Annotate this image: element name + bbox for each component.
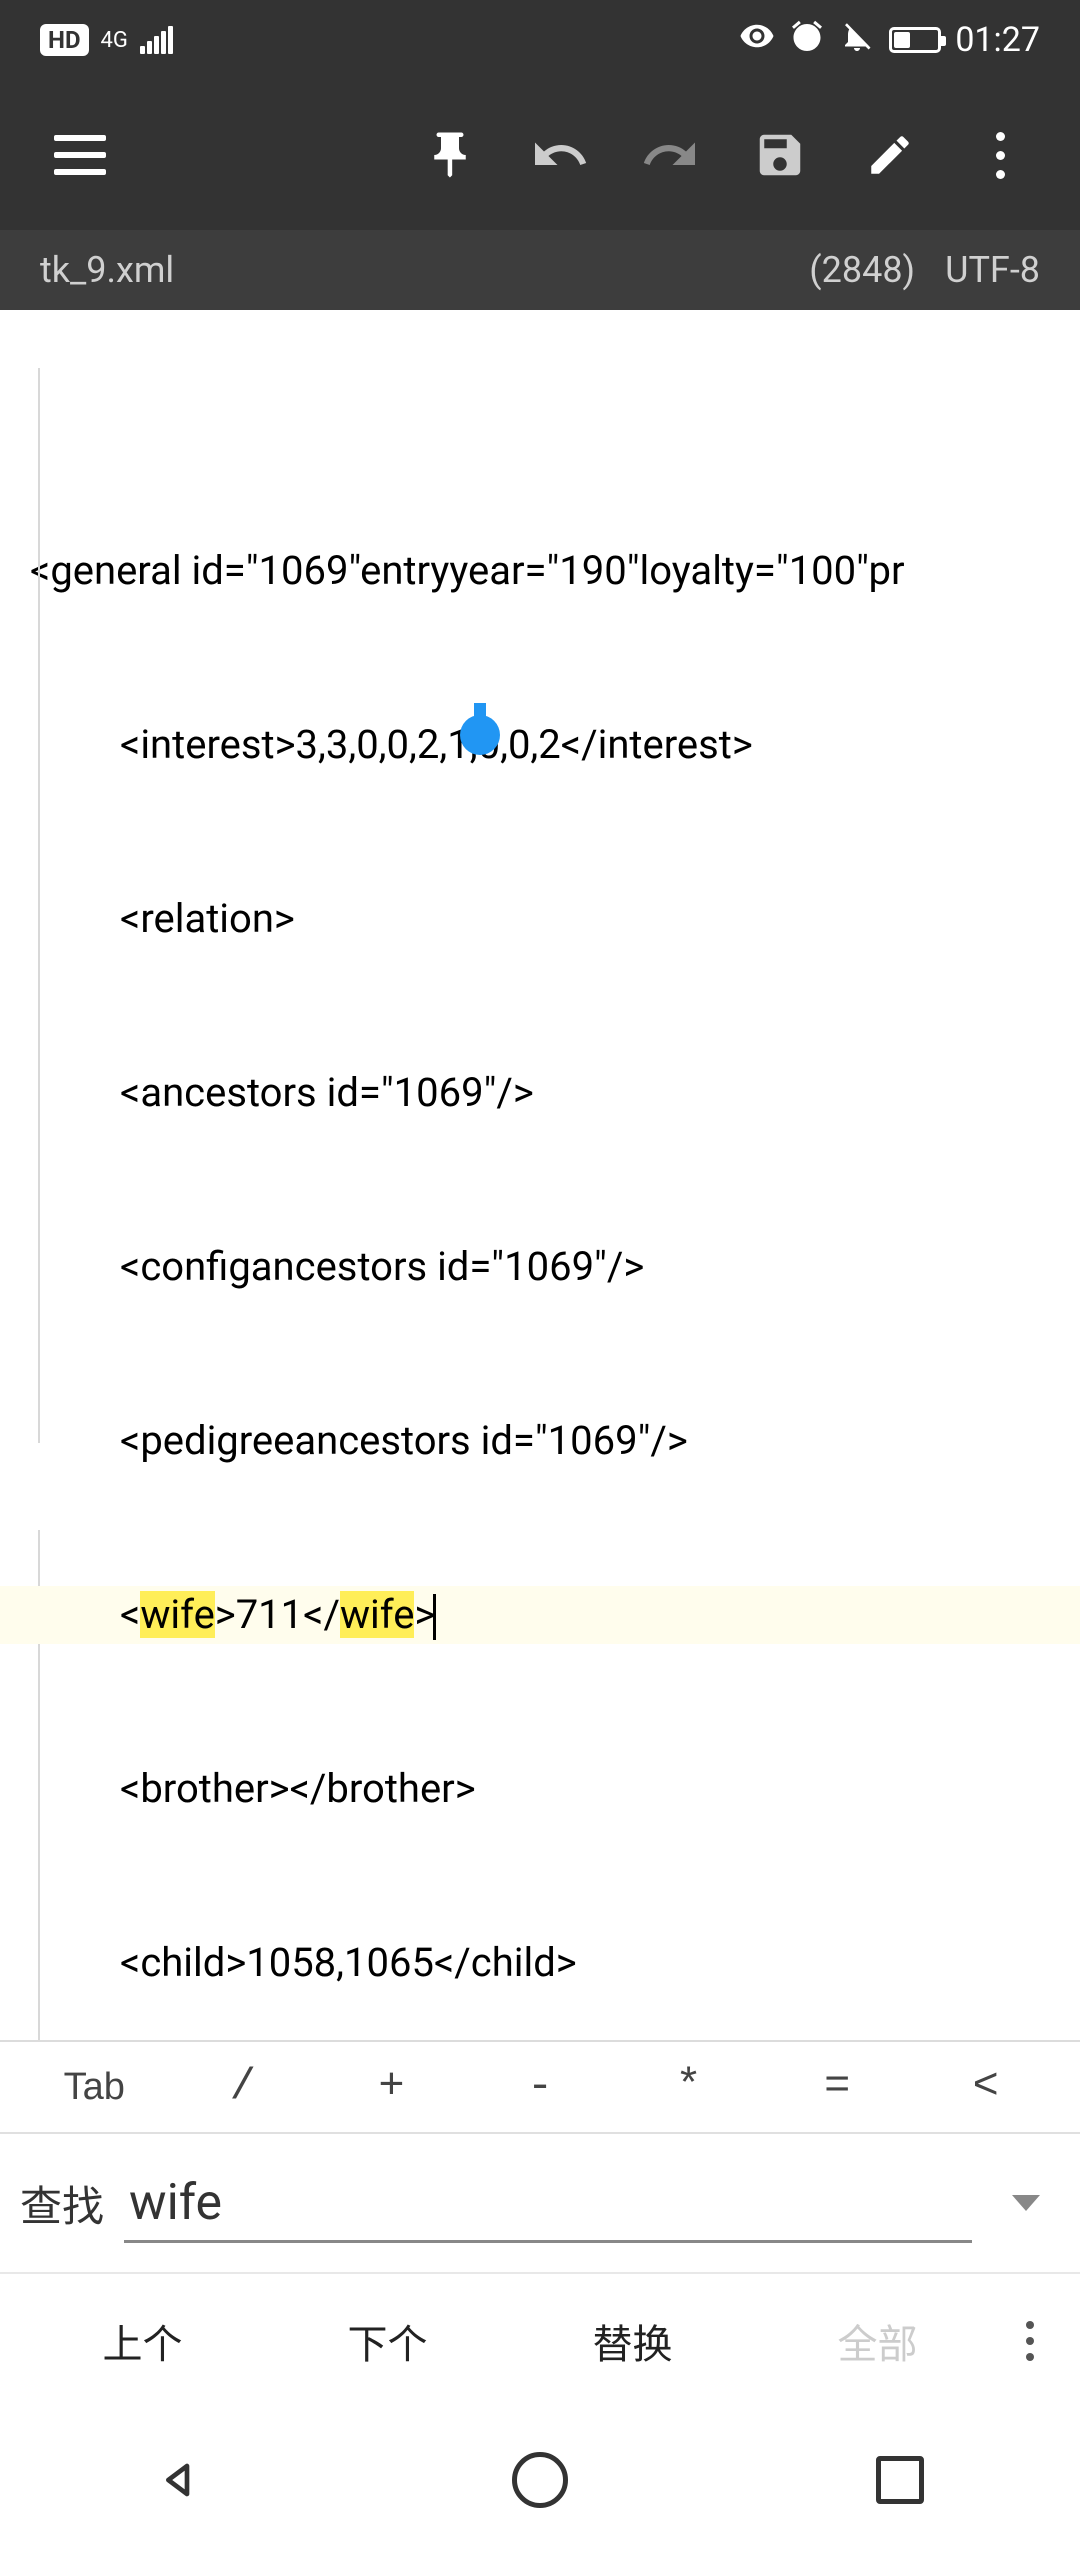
cursor-position: (2848) bbox=[809, 249, 915, 291]
search-input[interactable] bbox=[124, 2164, 972, 2243]
file-name: tk_9.xml bbox=[40, 249, 174, 291]
redo-button[interactable] bbox=[620, 105, 720, 205]
network-type: 4G bbox=[101, 28, 128, 53]
clock-text: 01:27 bbox=[955, 20, 1040, 60]
search-bar: 查找 bbox=[0, 2132, 1080, 2272]
code-line: <ancestors id="1069"/> bbox=[0, 1064, 1080, 1122]
battery-icon bbox=[889, 27, 941, 53]
pin-button[interactable] bbox=[400, 105, 500, 205]
symbol-plus[interactable]: + bbox=[317, 2062, 466, 2112]
file-encoding: UTF-8 bbox=[945, 249, 1040, 291]
code-line: <relation> bbox=[0, 890, 1080, 948]
home-icon bbox=[512, 2452, 568, 2508]
search-label: 查找 bbox=[20, 2173, 104, 2234]
status-left: HD 4G bbox=[40, 24, 173, 56]
undo-button[interactable] bbox=[510, 105, 610, 205]
symbol-star[interactable]: * bbox=[614, 2062, 763, 2112]
search-action-bar: 上个 下个 替换 全部 bbox=[0, 2272, 1080, 2407]
app-toolbar bbox=[0, 80, 1080, 230]
hamburger-icon bbox=[54, 135, 106, 175]
search-match: wife bbox=[140, 1591, 214, 1638]
hd-badge: HD bbox=[40, 24, 89, 56]
code-line: <general id="1069"entryyear="190"loyalty… bbox=[0, 542, 1080, 600]
file-info-bar: tk_9.xml (2848) UTF-8 bbox=[0, 230, 1080, 310]
code-line: <interest>3,3,0,0,2,1,0,0,2</interest> bbox=[0, 716, 1080, 774]
pencil-icon bbox=[865, 130, 915, 180]
redo-icon bbox=[640, 125, 700, 185]
nav-back-button[interactable] bbox=[145, 2445, 215, 2515]
all-button[interactable]: 全部 bbox=[755, 2312, 1000, 2370]
menu-button[interactable] bbox=[30, 105, 130, 205]
recent-icon bbox=[876, 2456, 924, 2504]
symbol-toolbar: Tab / + - * = < bbox=[0, 2040, 1080, 2132]
search-dropdown-icon[interactable] bbox=[1012, 2195, 1040, 2211]
more-icon bbox=[996, 132, 1005, 179]
system-nav-bar bbox=[0, 2407, 1080, 2572]
symbol-minus[interactable]: - bbox=[466, 2062, 615, 2112]
symbol-equals[interactable]: = bbox=[763, 2062, 912, 2112]
code-line-highlighted: <wife>711</wife> bbox=[0, 1586, 1080, 1644]
code-line: <child>1058,1065</child> bbox=[0, 1934, 1080, 1992]
save-button[interactable] bbox=[730, 105, 830, 205]
code-line: <pedigreeancestors id="1069"/> bbox=[0, 1412, 1080, 1470]
code-editor[interactable]: <general id="1069"entryyear="190"loyalty… bbox=[0, 310, 1080, 2040]
search-more-button[interactable] bbox=[1000, 2321, 1060, 2361]
symbol-tab[interactable]: Tab bbox=[20, 2066, 169, 2109]
status-right: 01:27 bbox=[739, 18, 1040, 62]
symbol-slash[interactable]: / bbox=[169, 2062, 318, 2112]
signal-icon bbox=[140, 26, 173, 54]
symbol-less[interactable]: < bbox=[911, 2062, 1060, 2112]
overflow-button[interactable] bbox=[950, 105, 1050, 205]
back-icon bbox=[152, 2452, 208, 2508]
alarm-icon bbox=[789, 18, 825, 62]
code-line: <configancestors id="1069"/> bbox=[0, 1238, 1080, 1296]
mute-icon bbox=[839, 18, 875, 62]
code-line: <brother></brother> bbox=[0, 1760, 1080, 1818]
nav-recent-button[interactable] bbox=[865, 2445, 935, 2515]
next-button[interactable]: 下个 bbox=[265, 2312, 510, 2370]
pin-icon bbox=[423, 128, 477, 182]
save-icon bbox=[753, 128, 807, 182]
text-cursor bbox=[433, 1594, 436, 1640]
eye-icon bbox=[739, 18, 775, 62]
prev-button[interactable]: 上个 bbox=[20, 2312, 265, 2370]
cursor-handle[interactable] bbox=[460, 715, 500, 755]
undo-icon bbox=[530, 125, 590, 185]
search-match: wife bbox=[340, 1591, 414, 1638]
replace-button[interactable]: 替换 bbox=[510, 2312, 755, 2370]
status-bar: HD 4G 01:27 bbox=[0, 0, 1080, 80]
nav-home-button[interactable] bbox=[505, 2445, 575, 2515]
edit-button[interactable] bbox=[840, 105, 940, 205]
